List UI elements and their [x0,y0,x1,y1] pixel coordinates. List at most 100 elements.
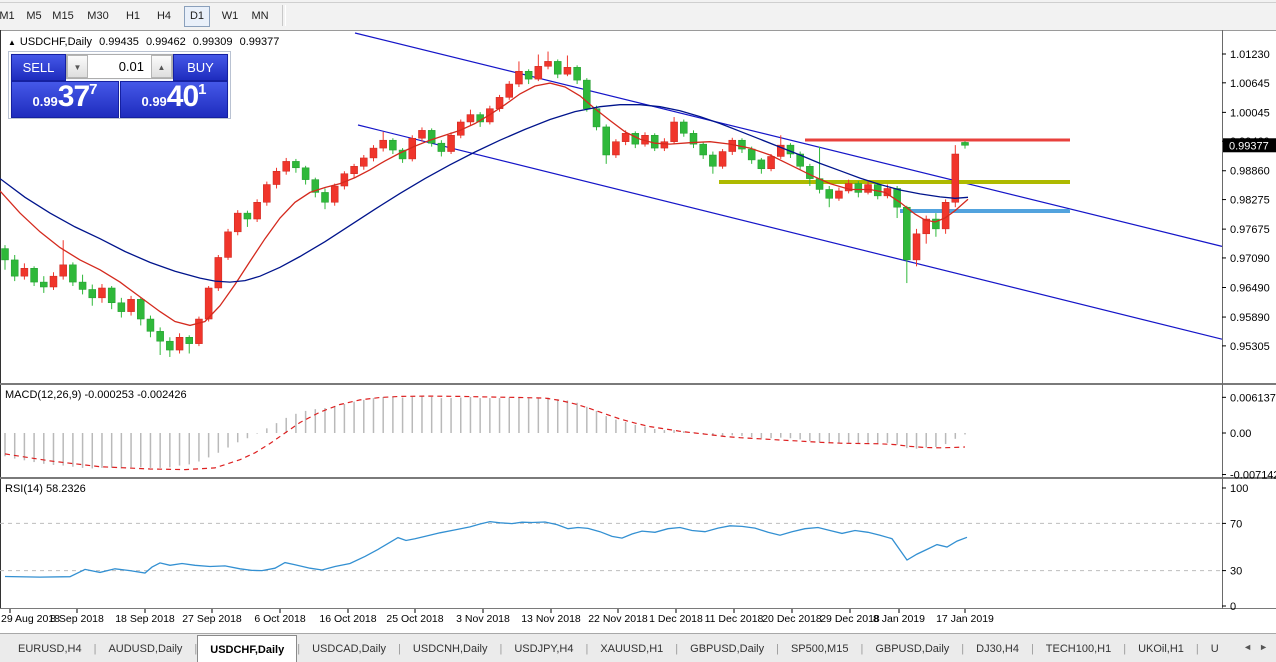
chart-tab-xauusd-h1[interactable]: XAUUSD,H1 [588,636,675,662]
candle-bullish [128,299,135,311]
date-axis-label: 6 Oct 2018 [254,613,306,625]
candle-bearish [680,122,687,133]
chart-tab-usdchf-daily[interactable]: USDCHF,Daily [197,635,297,662]
candle-bullish [351,166,358,173]
chart-tab-sp500-m15[interactable]: SP500,M15 [779,636,860,662]
chart-tab-dj30-h4[interactable]: DJ30,H4 [964,636,1031,662]
chart-tab-tech100-h1[interactable]: TECH100,H1 [1034,636,1123,662]
candle-bearish [302,168,309,180]
macd-axis-label: 0.00 [1230,428,1251,440]
candle-bullish [380,140,387,148]
timeframe-button-h1[interactable]: H1 [120,6,146,27]
candle-bearish [709,155,716,166]
candle-bullish [225,232,232,258]
chart-tab-audusd-daily[interactable]: AUDUSD,Daily [96,636,194,662]
candle-bearish [903,207,910,260]
candle-bullish [835,191,842,198]
macd-axis-label: 0.006137 [1230,392,1276,404]
candle-bullish [729,140,736,151]
candle-bearish [758,160,765,169]
chart-tab-usdcnh-daily[interactable]: USDCNH,Daily [401,636,500,662]
date-axis-label: 8 Jan 2019 [873,613,925,625]
candle-bearish [322,192,329,202]
candle-bearish [438,143,445,151]
timeframe-button-d1[interactable]: D1 [184,6,210,27]
candle-bearish [166,341,173,350]
price-axis-label: 1.01230 [1230,49,1270,61]
candle-bullish [215,257,222,288]
timeframe-button-m30[interactable]: M30 [83,6,113,27]
tabs-scroll-right-icon[interactable]: ► [1259,642,1268,652]
candle-bearish [962,142,969,145]
timeframe-button-m15[interactable]: M15 [48,6,78,27]
chart-tab-gbpusd-daily[interactable]: GBPUSD,Daily [678,636,776,662]
candle-bearish [79,282,86,289]
macd-axis-label: -0.007142 [1230,470,1276,482]
candle-bearish [108,288,115,303]
date-axis-label: 22 Nov 2018 [588,613,648,625]
buy-button[interactable]: BUY [173,54,228,81]
date-axis-label: 1 Dec 2018 [649,613,703,625]
candle-bearish [700,144,707,155]
chart-tab-usdjpy-h4[interactable]: USDJPY,H4 [502,636,585,662]
chart-tab-usdcad-daily[interactable]: USDCAD,Daily [300,636,398,662]
pane-separator-2[interactable] [0,477,1276,479]
tabs-scroll-left-icon[interactable]: ◄ [1243,642,1252,652]
ohlc-high: 0.99462 [146,36,186,48]
buy-price-button[interactable]: 0.99401 [120,81,228,118]
date-axis-label: 13 Nov 2018 [521,613,581,625]
candle-bearish [69,265,76,282]
candle-bearish [137,299,144,319]
chart-tab-eurusd-h4[interactable]: EURUSD,H4 [6,636,94,662]
timeframe-button-mn[interactable]: MN [247,6,273,27]
date-axis-label: 8 Sep 2018 [50,613,104,625]
price-chart-canvas[interactable]: 1.012301.006451.000450.994600.988600.982… [0,30,1276,632]
date-axis-label: 25 Oct 2018 [386,613,443,625]
candle-bearish [651,135,658,148]
candle-bullish [254,202,261,219]
candle-bearish [748,149,755,160]
volume-increase-icon[interactable]: ▲ [151,55,172,78]
price-axis-label: 0.95305 [1230,341,1270,353]
date-axis-label: 16 Oct 2018 [319,613,376,625]
toolbar-separator [282,5,286,26]
candle-bearish [855,184,862,193]
candle-bearish [147,319,154,331]
timeframe-button-w1[interactable]: W1 [217,6,243,27]
rsi-axis-label: 30 [1230,566,1242,578]
collapse-panel-icon[interactable]: ▲ [8,38,16,47]
timeframe-button-m5[interactable]: M5 [21,6,47,27]
candle-bearish [738,140,745,149]
volume-decrease-icon[interactable]: ▼ [67,55,88,78]
timeframe-button-h4[interactable]: H4 [151,6,177,27]
sell-price-button[interactable]: 0.99377 [11,81,119,118]
candle-bearish [11,260,18,276]
ohlc-close: 0.99377 [240,36,280,48]
price-axis-label: 0.98860 [1230,166,1270,178]
candle-bullish [467,115,474,122]
price-axis-label: 0.97090 [1230,253,1270,265]
candle-bearish [603,127,610,155]
chart-tab-ukoil-h1[interactable]: UKOil,H1 [1126,636,1196,662]
candle-bullish [21,268,28,276]
candle-bearish [826,189,833,198]
ohlc-low: 0.99309 [193,36,233,48]
ohlc-open: 0.99435 [99,36,139,48]
candle-bullish [913,234,920,260]
pane-separator-1[interactable] [0,383,1276,385]
chart-symbol-period: USDCHF,Daily [20,36,92,48]
timeframe-button-m1[interactable]: M1 [0,6,20,27]
sell-button[interactable]: SELL [11,54,66,81]
candle-bullish [622,133,629,141]
date-axis-label: 3 Nov 2018 [456,613,510,625]
candle-bearish [389,140,396,150]
candle-bearish [292,161,299,167]
chart-area[interactable]: ▲ USDCHF,Daily 0.99435 0.99462 0.99309 0.… [0,30,1276,632]
candle-bullish [234,213,241,232]
chart-tab-gbpusd-daily[interactable]: GBPUSD,Daily [863,636,961,662]
candle-bullish [370,148,377,158]
chart-tab-u[interactable]: U [1199,636,1231,662]
bid-price: 0.99377 [12,80,118,114]
volume-input[interactable]: 0.01 [91,55,148,78]
rsi-axis-label: 0 [1230,601,1236,613]
